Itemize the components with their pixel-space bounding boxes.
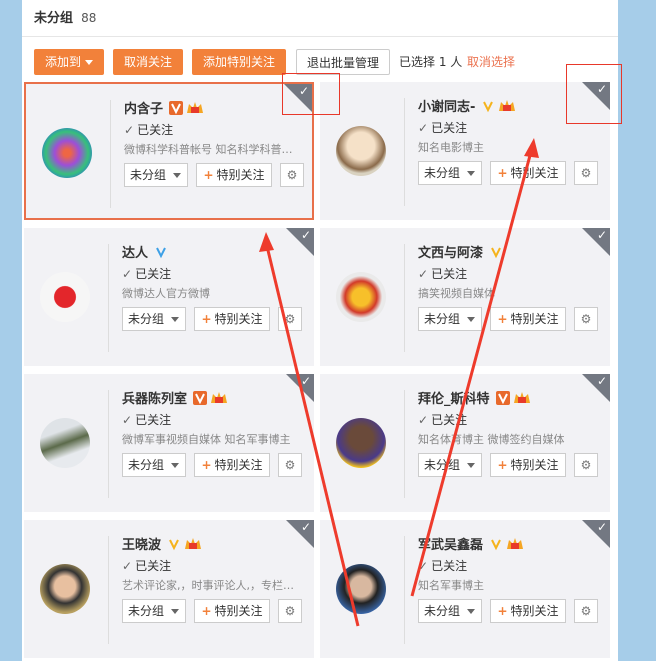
annotation-arrows: [259, 138, 539, 627]
annotation-arrowhead-2: [524, 138, 539, 158]
annotation-arrowhead-1: [259, 232, 274, 252]
annotation-arrow-line-1: [264, 241, 360, 627]
annotation-arrow-line-2: [410, 147, 534, 597]
